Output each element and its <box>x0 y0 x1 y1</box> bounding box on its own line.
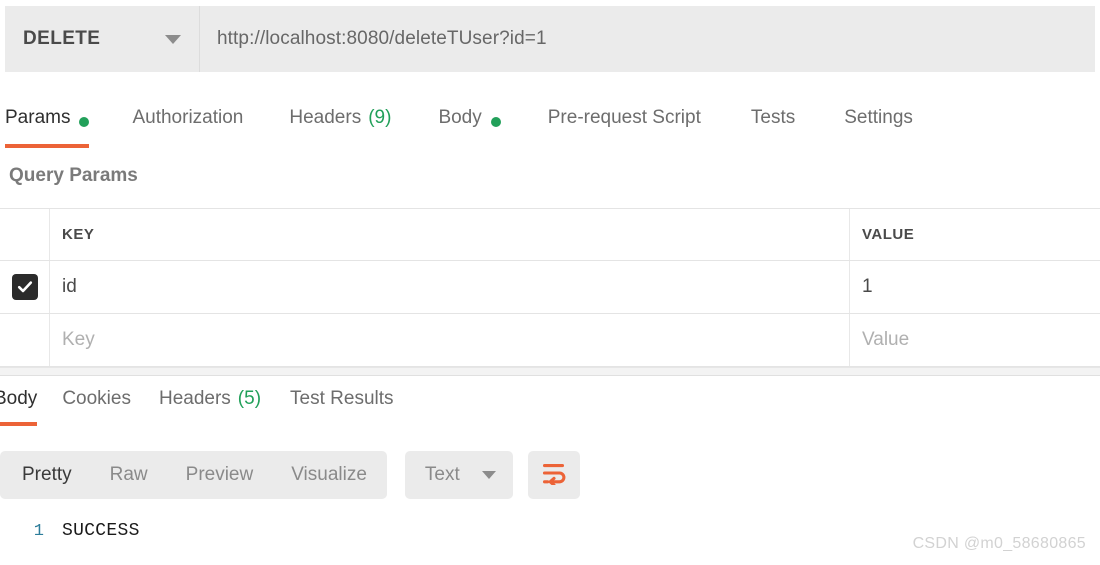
response-tabs: Body Cookies Headers (5) Test Results <box>0 384 1100 426</box>
response-tab-headers-count: (5) <box>237 388 262 409</box>
pane-splitter[interactable] <box>0 367 1100 376</box>
url-input-value: http://localhost:8080/deleteTUser?id=1 <box>217 28 547 49</box>
http-method-dropdown[interactable]: DELETE <box>5 6 200 72</box>
request-tab-params-label: Params <box>5 107 71 128</box>
request-tab-params[interactable]: Params <box>5 100 90 148</box>
postman-request-response-panel: DELETE http://localhost:8080/deleteTUser… <box>0 0 1100 565</box>
new-row-key-placeholder: Key <box>62 329 95 350</box>
response-tab-headers[interactable]: Headers (5) <box>159 384 261 426</box>
view-mode-pretty[interactable]: Pretty <box>22 464 72 486</box>
request-tab-body-label: Body <box>438 107 482 128</box>
row-value-value: 1 <box>862 276 873 297</box>
watermark: CSDN @m0_58680865 <box>912 535 1086 552</box>
response-tab-headers-label: Headers <box>158 388 231 409</box>
row-key-value: id <box>62 276 77 297</box>
new-row-value-placeholder: Value <box>862 329 910 350</box>
row-value-input[interactable]: 1 <box>850 261 1100 313</box>
new-row-value-input[interactable]: Value <box>850 314 1100 366</box>
request-tab-settings-label: Settings <box>844 107 913 128</box>
word-wrap-toggle-button[interactable] <box>527 451 580 499</box>
url-input[interactable]: http://localhost:8080/deleteTUser?id=1 <box>200 6 1095 72</box>
query-params-heading: Query Params <box>9 165 138 186</box>
word-wrap-icon <box>540 461 568 490</box>
table-row: id 1 <box>0 261 1100 314</box>
request-tab-authorization-label: Authorization <box>132 107 244 128</box>
response-format-toolbar: Pretty Raw Preview Visualize Text <box>0 450 1100 500</box>
request-tab-headers-count: (9) <box>368 107 392 128</box>
header-cell-key-label: KEY <box>62 226 95 243</box>
row-select-cell <box>0 261 50 313</box>
chevron-down-icon <box>165 34 181 44</box>
request-tab-headers-label: Headers <box>289 107 362 128</box>
body-modified-indicator-dot <box>490 117 501 127</box>
view-mode-raw[interactable]: Raw <box>110 464 148 486</box>
view-mode-visualize[interactable]: Visualize <box>291 464 367 486</box>
modified-indicator-dot <box>79 117 90 127</box>
request-tab-settings[interactable]: Settings <box>844 100 913 148</box>
new-row-key-input[interactable]: Key <box>50 314 850 366</box>
request-tab-tests[interactable]: Tests <box>751 100 795 148</box>
response-tab-cookies[interactable]: Cookies <box>62 384 131 426</box>
request-tabs: Params Authorization Headers (9) Body Pr… <box>0 100 1100 148</box>
header-cell-select <box>0 209 50 260</box>
header-cell-value: VALUE <box>850 209 1100 260</box>
line-number: 1 <box>33 521 44 541</box>
http-method-label: DELETE <box>23 28 101 49</box>
row-key-input[interactable]: id <box>50 261 850 313</box>
table-row: Key Value <box>0 314 1100 367</box>
url-bar: DELETE http://localhost:8080/deleteTUser… <box>5 6 1095 72</box>
content-type-dropdown[interactable]: Text <box>404 451 513 499</box>
request-tab-pre-request-script[interactable]: Pre-request Script <box>548 100 701 148</box>
request-tab-pre-request-script-label: Pre-request Script <box>547 107 701 128</box>
query-params-table: KEY VALUE id 1 Key Value <box>0 208 1100 367</box>
response-tab-test-results[interactable]: Test Results <box>290 384 393 426</box>
chevron-down-icon <box>481 471 496 479</box>
active-response-tab-underline <box>0 422 38 426</box>
response-tab-body[interactable]: Body <box>0 384 38 426</box>
row-checkbox-checked[interactable] <box>11 274 38 300</box>
response-tab-cookies-label: Cookies <box>62 388 131 409</box>
request-tab-headers[interactable]: Headers (9) <box>289 100 391 148</box>
response-tab-body-label: Body <box>0 388 38 409</box>
view-mode-preview[interactable]: Preview <box>186 464 254 486</box>
request-tab-tests-label: Tests <box>750 107 796 128</box>
response-view-mode-group: Pretty Raw Preview Visualize <box>0 451 387 499</box>
request-tab-body[interactable]: Body <box>438 100 501 148</box>
response-tab-test-results-label: Test Results <box>290 388 394 409</box>
active-tab-underline <box>5 144 90 148</box>
request-tab-authorization[interactable]: Authorization <box>132 100 243 148</box>
row-select-cell-empty <box>0 314 50 366</box>
line-content: SUCCESS <box>62 521 140 541</box>
content-type-label: Text <box>424 464 460 485</box>
table-header-row: KEY VALUE <box>0 209 1100 261</box>
header-cell-value-label: VALUE <box>862 226 915 243</box>
header-cell-key: KEY <box>50 209 850 260</box>
